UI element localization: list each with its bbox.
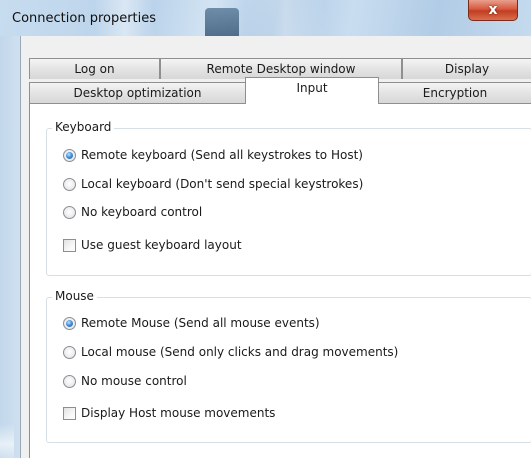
tab-log-on[interactable]: Log on <box>29 58 160 79</box>
radio-button[interactable] <box>63 345 76 359</box>
radio-button[interactable] <box>63 374 76 388</box>
tab-display[interactable]: Display <box>402 58 531 79</box>
option-label: Display Host mouse movements <box>81 406 276 420</box>
window-frame-left <box>0 36 20 464</box>
checkbox[interactable] <box>63 406 76 420</box>
title-bar: Connection properties x <box>0 0 531 36</box>
guest-keyboard-layout-checkbox[interactable]: Use guest keyboard layout <box>63 238 242 252</box>
radio-button[interactable] <box>63 177 76 191</box>
option-label: Remote keyboard (Send all keystrokes to … <box>81 148 363 162</box>
remote-keyboard-option[interactable]: Remote keyboard (Send all keystrokes to … <box>63 148 363 162</box>
close-button[interactable]: x <box>468 0 518 21</box>
tab-label: Remote Desktop window <box>206 62 356 76</box>
no-keyboard-control-option[interactable]: No keyboard control <box>63 205 202 219</box>
tab-label: Input <box>296 81 328 95</box>
keyboard-group-title: Keyboard <box>52 120 115 134</box>
mouse-group-title: Mouse <box>52 289 97 303</box>
tab-label: Display <box>444 62 490 76</box>
option-label: Use guest keyboard layout <box>81 238 242 252</box>
radio-button-checked[interactable] <box>63 148 76 162</box>
tab-label: Log on <box>74 62 115 76</box>
tab-label: Desktop optimization <box>73 86 202 100</box>
tab-label: Encryption <box>422 86 488 100</box>
tab-encryption[interactable]: Encryption <box>378 82 531 103</box>
tab-content-input: Keyboard Remote keyboard (Send all keyst… <box>29 103 531 458</box>
option-label: Remote Mouse (Send all mouse events) <box>81 316 320 330</box>
option-label: No mouse control <box>81 374 187 388</box>
option-label: Local keyboard (Don't send special keyst… <box>81 177 364 191</box>
local-mouse-option[interactable]: Local mouse (Send only clicks and drag m… <box>63 345 398 359</box>
tab-remote-desktop-window[interactable]: Remote Desktop window <box>160 58 402 79</box>
no-mouse-control-option[interactable]: No mouse control <box>63 374 187 388</box>
radio-button-checked[interactable] <box>63 316 76 330</box>
remote-mouse-option[interactable]: Remote Mouse (Send all mouse events) <box>63 316 320 330</box>
window-title: Connection properties <box>12 11 157 26</box>
frame-highlight <box>0 424 14 464</box>
radio-button[interactable] <box>63 205 76 219</box>
display-host-mouse-checkbox[interactable]: Display Host mouse movements <box>63 406 275 420</box>
tab-input[interactable]: Input <box>245 77 379 104</box>
tab-desktop-optimization[interactable]: Desktop optimization <box>29 82 246 103</box>
option-label: No keyboard control <box>81 205 203 219</box>
background-glimpse <box>205 8 239 36</box>
title-bar-sheen <box>245 0 325 36</box>
checkbox[interactable] <box>63 238 76 252</box>
local-keyboard-option[interactable]: Local keyboard (Don't send special keyst… <box>63 177 363 191</box>
close-icon: x <box>488 2 498 18</box>
option-label: Local mouse (Send only clicks and drag m… <box>81 345 399 359</box>
